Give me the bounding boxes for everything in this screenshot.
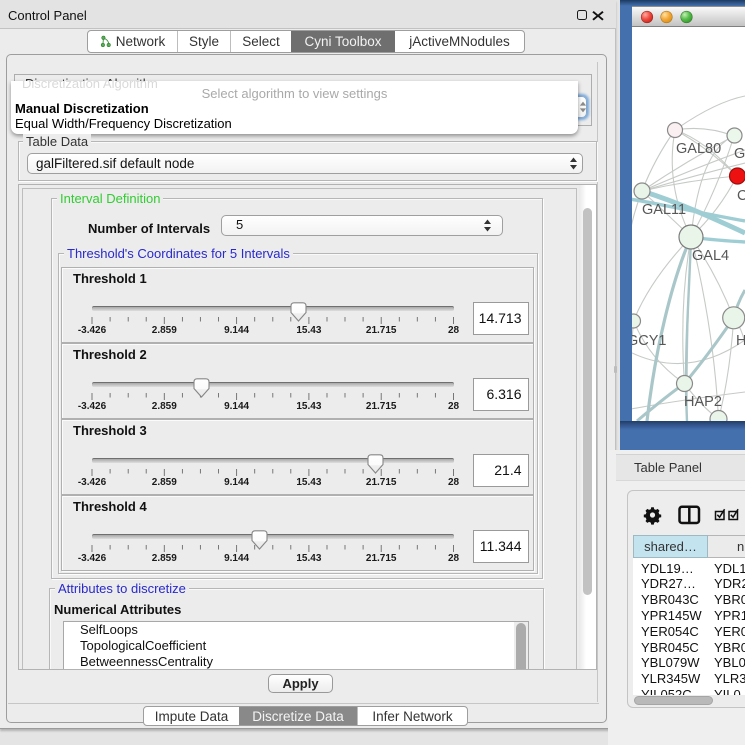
svg-text:15.43: 15.43 [296, 477, 321, 488]
svg-text:2.859: 2.859 [152, 401, 177, 412]
svg-text:2.859: 2.859 [152, 477, 177, 488]
svg-text:9.144: 9.144 [224, 553, 249, 564]
svg-text:-3.426: -3.426 [78, 477, 107, 488]
svg-text:21.715: 21.715 [366, 325, 397, 336]
svg-text:21.715: 21.715 [366, 401, 397, 412]
svg-text:GAL11: GAL11 [642, 202, 686, 218]
svg-text:2.859: 2.859 [152, 325, 177, 336]
svg-text:9.144: 9.144 [224, 325, 249, 336]
svg-text:GAL80: GAL80 [676, 141, 721, 157]
svg-text:GAL4: GAL4 [692, 248, 729, 264]
svg-text:15.43: 15.43 [296, 401, 321, 412]
svg-text:28: 28 [448, 401, 460, 412]
svg-text:21.715: 21.715 [366, 477, 397, 488]
svg-text:-3.426: -3.426 [78, 553, 107, 564]
svg-text:-3.426: -3.426 [78, 401, 107, 412]
svg-text:GCY1: GCY1 [632, 333, 667, 349]
svg-text:15.43: 15.43 [296, 325, 321, 336]
svg-text:HAP2: HAP2 [684, 394, 722, 410]
svg-text:CD: CD [737, 188, 745, 204]
svg-text:HS: HS [736, 333, 745, 349]
svg-text:15.43: 15.43 [296, 553, 321, 564]
svg-text:2.859: 2.859 [152, 553, 177, 564]
svg-text:28: 28 [448, 553, 460, 564]
svg-text:-3.426: -3.426 [78, 325, 107, 336]
svg-text:GA: GA [734, 146, 745, 162]
svg-text:9.144: 9.144 [224, 477, 249, 488]
svg-text:9.144: 9.144 [224, 401, 249, 412]
svg-text:28: 28 [448, 325, 460, 336]
svg-text:21.715: 21.715 [366, 553, 397, 564]
svg-text:28: 28 [448, 477, 460, 488]
